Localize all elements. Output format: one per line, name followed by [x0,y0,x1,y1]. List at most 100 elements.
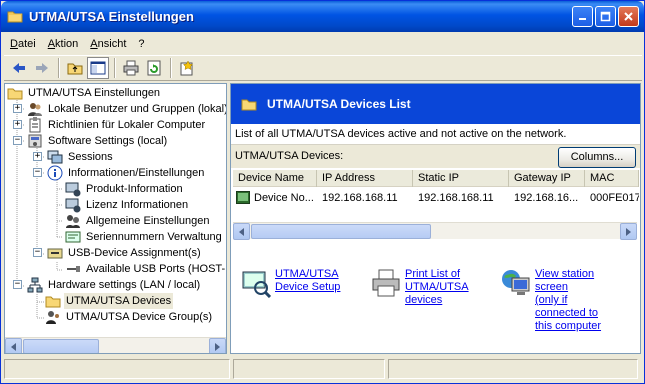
toolbar [4,55,642,81]
main-window: UTMA/UTSA Einstellungen Datei Aktion Ans… [0,0,645,384]
devices-label: UTMA/UTSA Devices: [235,150,344,162]
column-device-name[interactable]: Device Name [233,170,317,187]
collapse-toggle[interactable]: − [13,136,22,145]
expand-toggle[interactable]: + [13,120,22,129]
tree-item-devices[interactable]: UTMA/UTSA Devices [45,293,174,309]
cell-gateway-ip: 192.168.16... [514,192,579,204]
tree-item-serial-numbers[interactable]: Seriennummern Verwaltung [65,229,224,245]
details-pane: UTMA/UTSA Devices List List of all UTMA/… [230,83,641,354]
forward-button[interactable] [31,57,53,79]
tree-item-product-info[interactable]: Produkt-Information [65,181,185,197]
cell-mac: 000FE017 [590,192,639,204]
tree-item-root[interactable]: UTMA/UTSA Einstellungen [7,85,162,101]
up-folder-button[interactable] [64,57,86,79]
scroll-left-button[interactable] [233,223,250,240]
link-line: connected to [535,307,598,319]
tree-item-usb-ports[interactable]: Available USB Ports (HOST-P [65,261,226,277]
tree-item-device-groups[interactable]: UTMA/UTSA Device Group(s) [45,309,214,325]
printer-icon [371,268,401,298]
minimize-button[interactable] [572,6,593,27]
cell-ip-address: 192.168.168.11 [322,192,398,204]
link-line: UTMA/UTSA [275,268,339,280]
scroll-right-button[interactable] [209,338,226,353]
close-button[interactable] [618,6,639,27]
status-cell [4,359,230,379]
task-view-station[interactable]: View station screen (only if connected t… [501,268,601,333]
collapse-toggle[interactable]: − [13,280,22,289]
list-header: UTMA/UTSA Devices List [231,84,640,124]
serial-number-icon [65,229,81,245]
column-gateway-ip[interactable]: Gateway IP [509,170,585,187]
tree-item-policy[interactable]: Richtlinien für Lokaler Computer [27,117,207,133]
list-description: List of all UTMA/UTSA devices active and… [235,128,567,140]
print-list-link[interactable]: Print List of UTMA/UTSA devices [405,268,469,307]
print-icon [123,60,139,76]
tree-item-hardware[interactable]: Hardware settings (LAN / local) [27,277,202,293]
cell-device-name: Device No... [254,192,314,204]
table-horizontal-scrollbar[interactable] [233,222,637,240]
back-arrow-icon [13,63,25,73]
toolbar-separator [114,58,116,78]
toolbar-separator [170,58,172,78]
scroll-left-button[interactable] [5,338,22,353]
device-icon [236,191,250,204]
menu-aktion[interactable]: Aktion [42,35,85,53]
column-ip-address[interactable]: IP Address [317,170,413,187]
tree-item-usb-assignment[interactable]: USB-Device Assignment(s) [47,245,203,261]
link-line: UTMA/UTSA [405,281,469,293]
list-title: UTMA/UTSA Devices List [267,97,411,111]
tree-item-general-settings[interactable]: Allgemeine Einstellungen [65,213,212,229]
device-group-icon [45,309,61,325]
users-icon [27,101,43,117]
license-icon [65,197,81,213]
devices-table[interactable]: Device Name IP Address Static IP Gateway… [233,170,639,222]
status-cell [388,359,638,379]
scroll-thumb[interactable] [251,224,431,239]
tree-item-license[interactable]: Lizenz Informationen [65,197,190,213]
product-info-icon [65,181,81,197]
arrow-right-icon [626,227,631,236]
column-static-ip[interactable]: Static IP [413,170,509,187]
task-print-list[interactable]: Print List of UTMA/UTSA devices [371,268,469,307]
expand-toggle[interactable]: + [13,104,22,113]
up-folder-icon [67,63,83,75]
tree-horizontal-scrollbar[interactable] [5,337,226,353]
arrow-left-icon [239,227,244,236]
tree-pane[interactable]: UTMA/UTSA Einstellungen + Lokale Benutze… [4,83,227,354]
columns-button[interactable]: Columns... [558,147,636,168]
settings-icon [65,213,81,229]
task-device-setup[interactable]: UTMA/UTSA Device Setup [241,268,340,299]
tree-item-local-users[interactable]: Lokale Benutzer und Gruppen (lokal) [27,101,226,117]
minimize-icon [579,18,586,20]
title-bar[interactable]: UTMA/UTSA Einstellungen [1,1,644,32]
table-row[interactable]: Device No... 192.168.168.11 192.168.168.… [233,189,639,207]
tree-item-info-settings[interactable]: Informationen/Einstellungen [47,165,206,181]
scroll-right-button[interactable] [620,223,637,240]
menu-ansicht[interactable]: Ansicht [84,35,132,53]
collapse-toggle[interactable]: − [33,248,42,257]
help-button[interactable] [176,57,198,79]
column-mac[interactable]: MAC [585,170,639,187]
print-button[interactable] [120,57,142,79]
menu-help[interactable]: ? [132,35,150,53]
usb-icon [47,245,63,261]
scroll-thumb[interactable] [23,339,99,353]
show-hide-tree-button[interactable] [87,57,109,79]
folder-icon [7,9,23,23]
tree-item-software[interactable]: Software Settings (local) [27,133,169,149]
usb-port-icon [65,261,81,277]
collapse-toggle[interactable]: − [33,168,42,177]
status-bar [4,357,642,381]
back-button[interactable] [8,57,30,79]
device-setup-link[interactable]: UTMA/UTSA Device Setup [275,268,340,298]
folder-icon [45,293,61,309]
view-station-link[interactable]: View station screen (only if connected t… [535,268,601,333]
link-line: (only if [535,294,568,306]
expand-toggle[interactable]: + [33,152,42,161]
tree-item-sessions[interactable]: Sessions [47,149,115,165]
info-icon [47,165,63,181]
refresh-button[interactable] [143,57,165,79]
software-icon [27,133,43,149]
maximize-button[interactable] [595,6,616,27]
menu-datei[interactable]: Datei [4,35,42,53]
